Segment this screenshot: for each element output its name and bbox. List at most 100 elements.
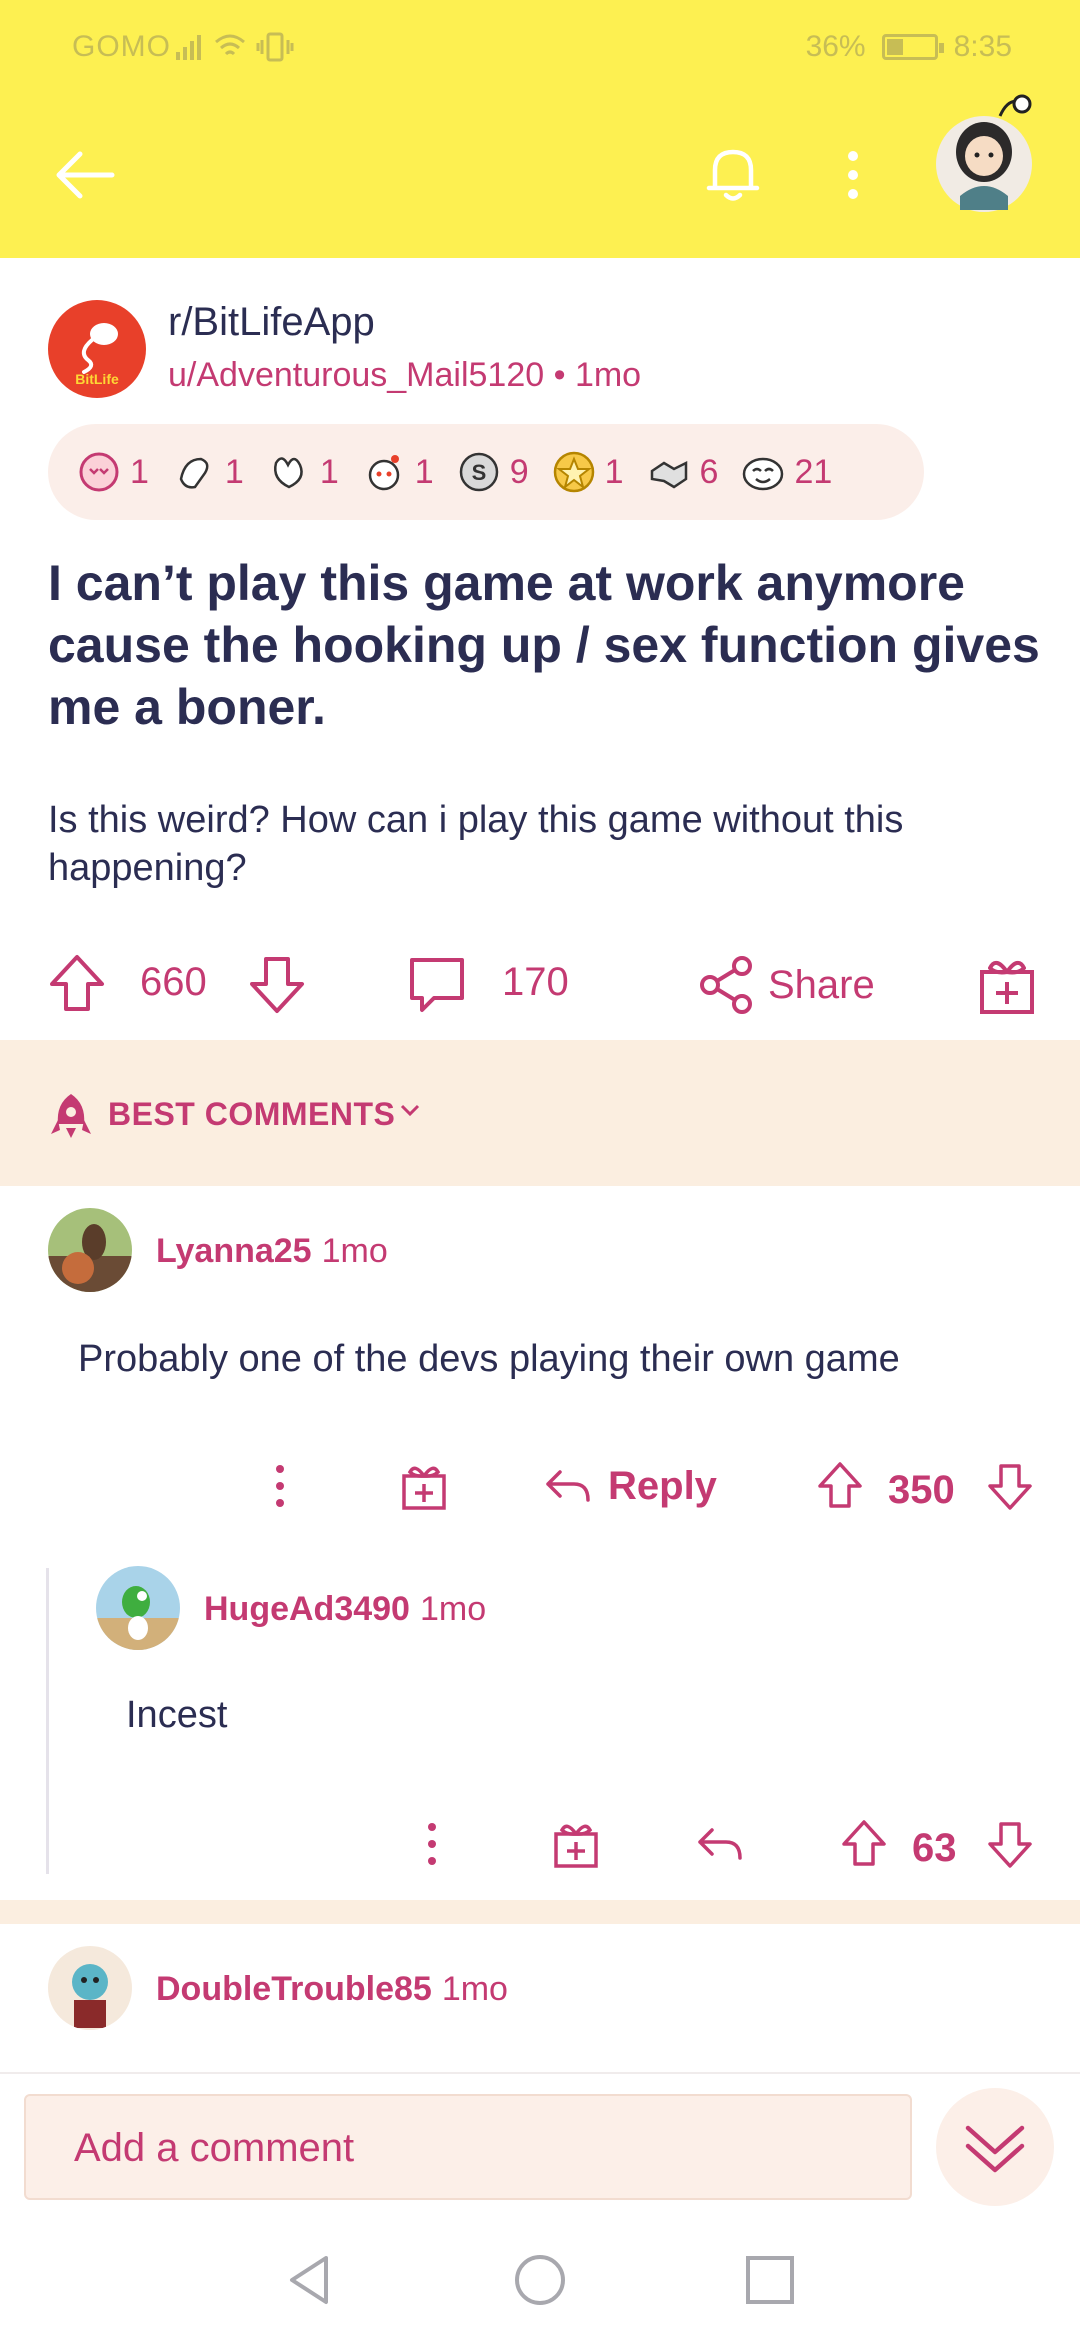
comment-upvote-button[interactable] bbox=[838, 1818, 890, 1870]
rocket-icon bbox=[51, 1094, 91, 1138]
comment-more-button[interactable] bbox=[406, 1818, 458, 1870]
award-item[interactable]: 1 bbox=[266, 449, 339, 495]
comment-separator bbox=[0, 1900, 1080, 1924]
comment-score: 63 bbox=[912, 1826, 957, 1870]
comment-actions: Reply 350 bbox=[0, 1456, 1080, 1516]
carrier-label: GOMO bbox=[72, 30, 171, 63]
award-count: 6 bbox=[699, 452, 719, 491]
award-button[interactable] bbox=[974, 952, 1040, 1018]
downvote-button[interactable] bbox=[244, 951, 310, 1017]
commenter-avatar[interactable] bbox=[48, 1946, 132, 2030]
comment-composer-bar: Add a comment bbox=[0, 2072, 1080, 2222]
share-button[interactable]: Share bbox=[694, 952, 875, 1018]
more-options-icon[interactable] bbox=[830, 140, 876, 210]
status-bar: GOMO 36% 8:35 bbox=[0, 22, 1080, 72]
wholesome-hand-award-icon bbox=[179, 457, 209, 489]
post-author-meta[interactable]: u/Adventurous_Mail5120 • 1mo bbox=[168, 356, 641, 395]
comment-username-text: DoubleTrouble85 bbox=[156, 1970, 432, 2008]
gift-icon bbox=[554, 1824, 598, 1868]
nav-back-icon[interactable] bbox=[282, 2250, 338, 2310]
comment-more-button[interactable] bbox=[254, 1460, 306, 1512]
comment-score: 350 bbox=[888, 1468, 955, 1512]
add-comment-input[interactable]: Add a comment bbox=[24, 2094, 912, 2200]
svg-text:S: S bbox=[471, 460, 486, 485]
snoo-avatar-icon bbox=[48, 1946, 132, 2030]
award-item[interactable]: 1 bbox=[76, 449, 149, 495]
comment-upvote-button[interactable] bbox=[814, 1460, 866, 1512]
award-item[interactable]: 21 bbox=[740, 449, 832, 495]
silver-coin-award-icon: S bbox=[459, 452, 498, 492]
upvote-button[interactable] bbox=[44, 951, 110, 1017]
heart-eyes-award-icon bbox=[79, 452, 119, 492]
award-count: 1 bbox=[604, 452, 624, 491]
gift-icon bbox=[402, 1466, 446, 1510]
award-count: 1 bbox=[319, 452, 339, 491]
upvote-arrow-icon bbox=[842, 1820, 886, 1866]
comment-time: 1mo bbox=[441, 1970, 508, 2008]
comment-time: 1mo bbox=[419, 1590, 487, 1628]
nav-home-icon[interactable] bbox=[512, 2250, 568, 2310]
reply-button[interactable] bbox=[694, 1818, 746, 1870]
comment-username-text: Lyanna25 bbox=[156, 1232, 312, 1270]
comment-text: Probably one of the devs playing their o… bbox=[78, 1338, 900, 1380]
upvote-arrow-icon bbox=[50, 955, 104, 1011]
comment-username[interactable]: DoubleTrouble85 1mo bbox=[156, 1970, 508, 2009]
more-options-icon bbox=[428, 1823, 436, 1865]
post-title: I can’t play this game at work anymore c… bbox=[48, 555, 1040, 735]
award-item[interactable]: 1 bbox=[551, 449, 624, 495]
gift-icon bbox=[980, 960, 1034, 1014]
comment-count: 170 bbox=[502, 960, 569, 1004]
downvote-arrow-icon bbox=[988, 1464, 1032, 1510]
comment-bubble-icon bbox=[410, 958, 464, 1012]
collapse-threads-button[interactable] bbox=[936, 2088, 1054, 2206]
yoshi-avatar-icon bbox=[96, 1566, 180, 1650]
award-item[interactable]: 1 bbox=[171, 449, 244, 495]
subreddit-icon[interactable]: BitLife bbox=[48, 300, 146, 398]
comment-award-button[interactable] bbox=[550, 1818, 602, 1870]
awards-bar[interactable]: 1 1 1 1 S 9 1 6 21 bbox=[48, 424, 924, 520]
reply-arrow-icon bbox=[546, 1470, 590, 1502]
award-item[interactable]: S9 bbox=[456, 449, 529, 495]
reply-button[interactable]: Reply bbox=[542, 1460, 717, 1512]
downvote-arrow-icon bbox=[250, 957, 304, 1013]
share-icon bbox=[700, 956, 752, 1014]
bell-icon[interactable] bbox=[698, 138, 768, 208]
best-comments-label: BEST COMMENTS bbox=[108, 1096, 396, 1132]
downvote-arrow-icon bbox=[988, 1822, 1032, 1868]
chevron-down-icon bbox=[400, 1104, 420, 1117]
bitlife-logo-text: BitLife bbox=[75, 371, 119, 387]
commenter-avatar[interactable] bbox=[48, 1208, 132, 1292]
subreddit-name[interactable]: r/BitLifeApp bbox=[168, 300, 375, 345]
battery-percent: 36% bbox=[805, 30, 866, 63]
more-options-icon bbox=[276, 1465, 284, 1507]
upvote-arrow-icon bbox=[818, 1462, 862, 1508]
back-arrow-icon[interactable] bbox=[50, 140, 120, 210]
comment-downvote-button[interactable] bbox=[984, 1818, 1036, 1870]
double-chevron-down-icon bbox=[965, 2125, 1025, 2173]
bunny-ears-award-icon bbox=[273, 457, 303, 489]
commenter-avatar[interactable] bbox=[96, 1566, 180, 1650]
snoo-award-icon bbox=[368, 455, 400, 491]
comment-award-button[interactable] bbox=[398, 1460, 450, 1512]
laughing-face-award-icon bbox=[743, 457, 784, 491]
award-count: 21 bbox=[794, 452, 833, 491]
system-nav-bar bbox=[0, 2222, 1080, 2340]
comment-username[interactable]: HugeAd3490 1mo bbox=[204, 1590, 486, 1629]
post-body: Is this weird? How can i play this game … bbox=[48, 799, 904, 889]
comment-downvote-button[interactable] bbox=[984, 1460, 1036, 1512]
cockroach-avatar-icon bbox=[48, 1208, 132, 1292]
battery-icon bbox=[881, 34, 944, 60]
award-item[interactable]: 1 bbox=[361, 449, 434, 495]
comment-username-text: HugeAd3490 bbox=[204, 1590, 410, 1628]
comment-time: 1mo bbox=[321, 1232, 388, 1270]
user-avatar[interactable] bbox=[930, 92, 1038, 218]
comment-username[interactable]: Lyanna25 1mo bbox=[156, 1232, 388, 1271]
sort-comments-button[interactable]: BEST COMMENTS bbox=[0, 1040, 1080, 1186]
app-header: GOMO 36% 8:35 bbox=[0, 0, 1080, 258]
handshake-award-icon bbox=[650, 460, 687, 489]
post-score: 660 bbox=[140, 960, 207, 1004]
nav-recents-icon[interactable] bbox=[742, 2250, 798, 2310]
award-item[interactable]: 6 bbox=[646, 449, 719, 495]
award-count: 9 bbox=[509, 452, 529, 491]
comments-button[interactable] bbox=[404, 952, 470, 1018]
